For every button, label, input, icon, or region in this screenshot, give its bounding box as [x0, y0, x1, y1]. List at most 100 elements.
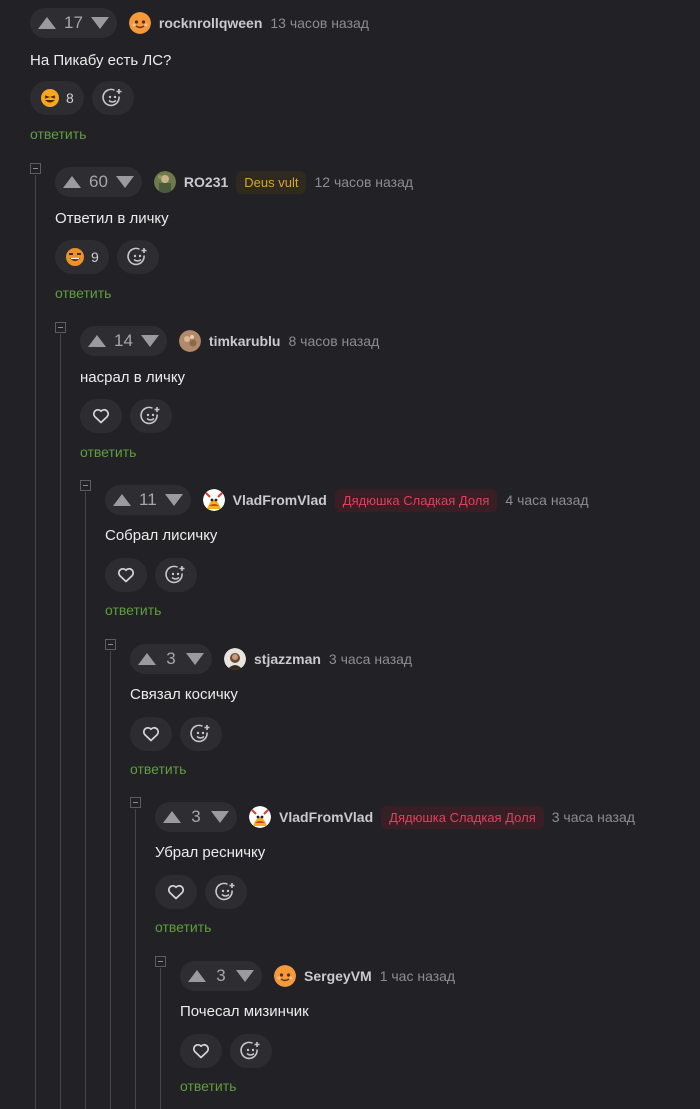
comment-text: Почесал мизинчик	[180, 1003, 309, 1020]
timestamp: 8 часов назад	[288, 333, 380, 349]
add-emoji-icon	[240, 1040, 262, 1062]
thread-line	[85, 492, 86, 1109]
timestamp: 3 часа назад	[551, 809, 635, 825]
downvote-button[interactable]	[236, 970, 254, 982]
user-badge: Deus vult	[236, 170, 307, 194]
upvote-button[interactable]	[188, 970, 206, 982]
comment-text: Ответил в личку	[55, 210, 169, 227]
rating-count: 60	[89, 172, 108, 191]
upvote-button[interactable]	[163, 811, 181, 823]
downvote-button[interactable]	[211, 811, 229, 823]
timestamp: 12 часов назад	[314, 174, 414, 190]
avatar[interactable]	[202, 489, 225, 511]
add-reaction-button[interactable]	[230, 1034, 272, 1068]
heart-icon	[141, 724, 161, 744]
timestamp: 4 часа назад	[505, 492, 589, 508]
upvote-button[interactable]	[88, 335, 106, 347]
upvote-button[interactable]	[38, 17, 56, 29]
collapse-thread-button[interactable]	[80, 480, 91, 491]
rating-count: 3	[191, 807, 201, 826]
rating-control: 17	[30, 8, 117, 38]
username[interactable]: RO231	[184, 174, 228, 190]
rating-control: 3	[180, 961, 262, 991]
heart-icon	[91, 406, 111, 426]
rating-count: 3	[216, 966, 226, 985]
laughing-emoji-icon	[40, 88, 60, 108]
downvote-button[interactable]	[90, 17, 109, 29]
rating-count: 14	[114, 331, 133, 350]
username[interactable]: SergeyVM	[304, 968, 372, 984]
heart-icon	[166, 882, 186, 902]
reaction-button[interactable]: 9	[55, 240, 109, 274]
add-emoji-icon	[140, 405, 162, 427]
heart-icon	[116, 565, 136, 585]
add-reaction-button[interactable]	[116, 240, 159, 274]
add-emoji-icon	[102, 87, 124, 109]
username[interactable]: VladFromVlad	[233, 492, 327, 508]
avatar[interactable]	[274, 965, 296, 987]
add-reaction-button[interactable]	[205, 875, 247, 909]
reply-link[interactable]: ответить	[180, 1078, 236, 1094]
avatar[interactable]	[128, 12, 151, 34]
thread-line	[160, 968, 161, 1109]
downvote-button[interactable]	[140, 335, 159, 347]
rating-count: 11	[139, 490, 157, 509]
like-button[interactable]	[180, 1034, 222, 1068]
username[interactable]: VladFromVlad	[279, 809, 373, 825]
username[interactable]: stjazzman	[254, 651, 321, 667]
reply-link[interactable]: ответить	[105, 602, 161, 618]
add-reaction-button[interactable]	[180, 717, 222, 751]
rating-control: 60	[55, 167, 142, 197]
comment-text: Собрал лисичку	[105, 527, 218, 544]
add-reaction-button[interactable]	[91, 81, 134, 115]
comment-text: Связал косичку	[130, 686, 238, 703]
reply-link[interactable]: ответить	[55, 285, 111, 301]
reaction-count: 9	[91, 249, 99, 265]
reaction-count: 8	[66, 90, 74, 106]
add-reaction-button[interactable]	[155, 558, 197, 592]
reply-link[interactable]: ответить	[155, 919, 211, 935]
reply-link[interactable]: ответить	[80, 444, 136, 460]
comment-text: На Пикабу есть ЛС?	[30, 52, 172, 69]
reply-link[interactable]: ответить	[30, 126, 86, 142]
user-badge: Дядюшка Сладкая Доля	[381, 805, 544, 829]
like-button[interactable]	[80, 399, 122, 433]
collapse-thread-button[interactable]	[155, 956, 166, 967]
like-button[interactable]	[130, 717, 172, 751]
reply-link[interactable]: ответить	[130, 761, 186, 777]
heart-icon	[191, 1041, 211, 1061]
add-emoji-icon	[215, 881, 237, 903]
collapse-thread-button[interactable]	[105, 639, 116, 650]
collapse-thread-button[interactable]	[130, 797, 141, 808]
rating-control: 14	[80, 326, 167, 356]
downvote-button[interactable]	[186, 653, 204, 665]
grinning-emoji-icon	[65, 247, 85, 267]
add-emoji-icon	[165, 564, 187, 586]
avatar[interactable]	[224, 648, 246, 670]
like-button[interactable]	[155, 875, 197, 909]
comment-text: Убрал ресничку	[155, 844, 266, 861]
add-emoji-icon	[190, 723, 212, 745]
like-button[interactable]	[105, 558, 147, 592]
collapse-thread-button[interactable]	[55, 322, 66, 333]
thread-line	[35, 175, 36, 1109]
avatar[interactable]	[249, 806, 271, 828]
add-reaction-button[interactable]	[130, 399, 172, 433]
avatar[interactable]	[178, 330, 201, 352]
avatar[interactable]	[153, 171, 176, 193]
rating-count: 17	[64, 13, 83, 32]
timestamp: 13 часов назад	[270, 15, 369, 31]
add-emoji-icon	[127, 246, 149, 268]
username[interactable]: rocknrollqween	[159, 15, 262, 31]
upvote-button[interactable]	[113, 494, 131, 506]
thread-line	[135, 809, 136, 1109]
upvote-button[interactable]	[63, 176, 81, 188]
reaction-button[interactable]: 8	[30, 81, 84, 115]
rating-count: 3	[166, 649, 176, 668]
username[interactable]: timkarublu	[209, 333, 281, 349]
downvote-button[interactable]	[164, 494, 183, 506]
collapse-thread-button[interactable]	[30, 163, 41, 174]
downvote-button[interactable]	[115, 176, 134, 188]
rating-control: 11	[105, 485, 191, 515]
upvote-button[interactable]	[138, 653, 156, 665]
